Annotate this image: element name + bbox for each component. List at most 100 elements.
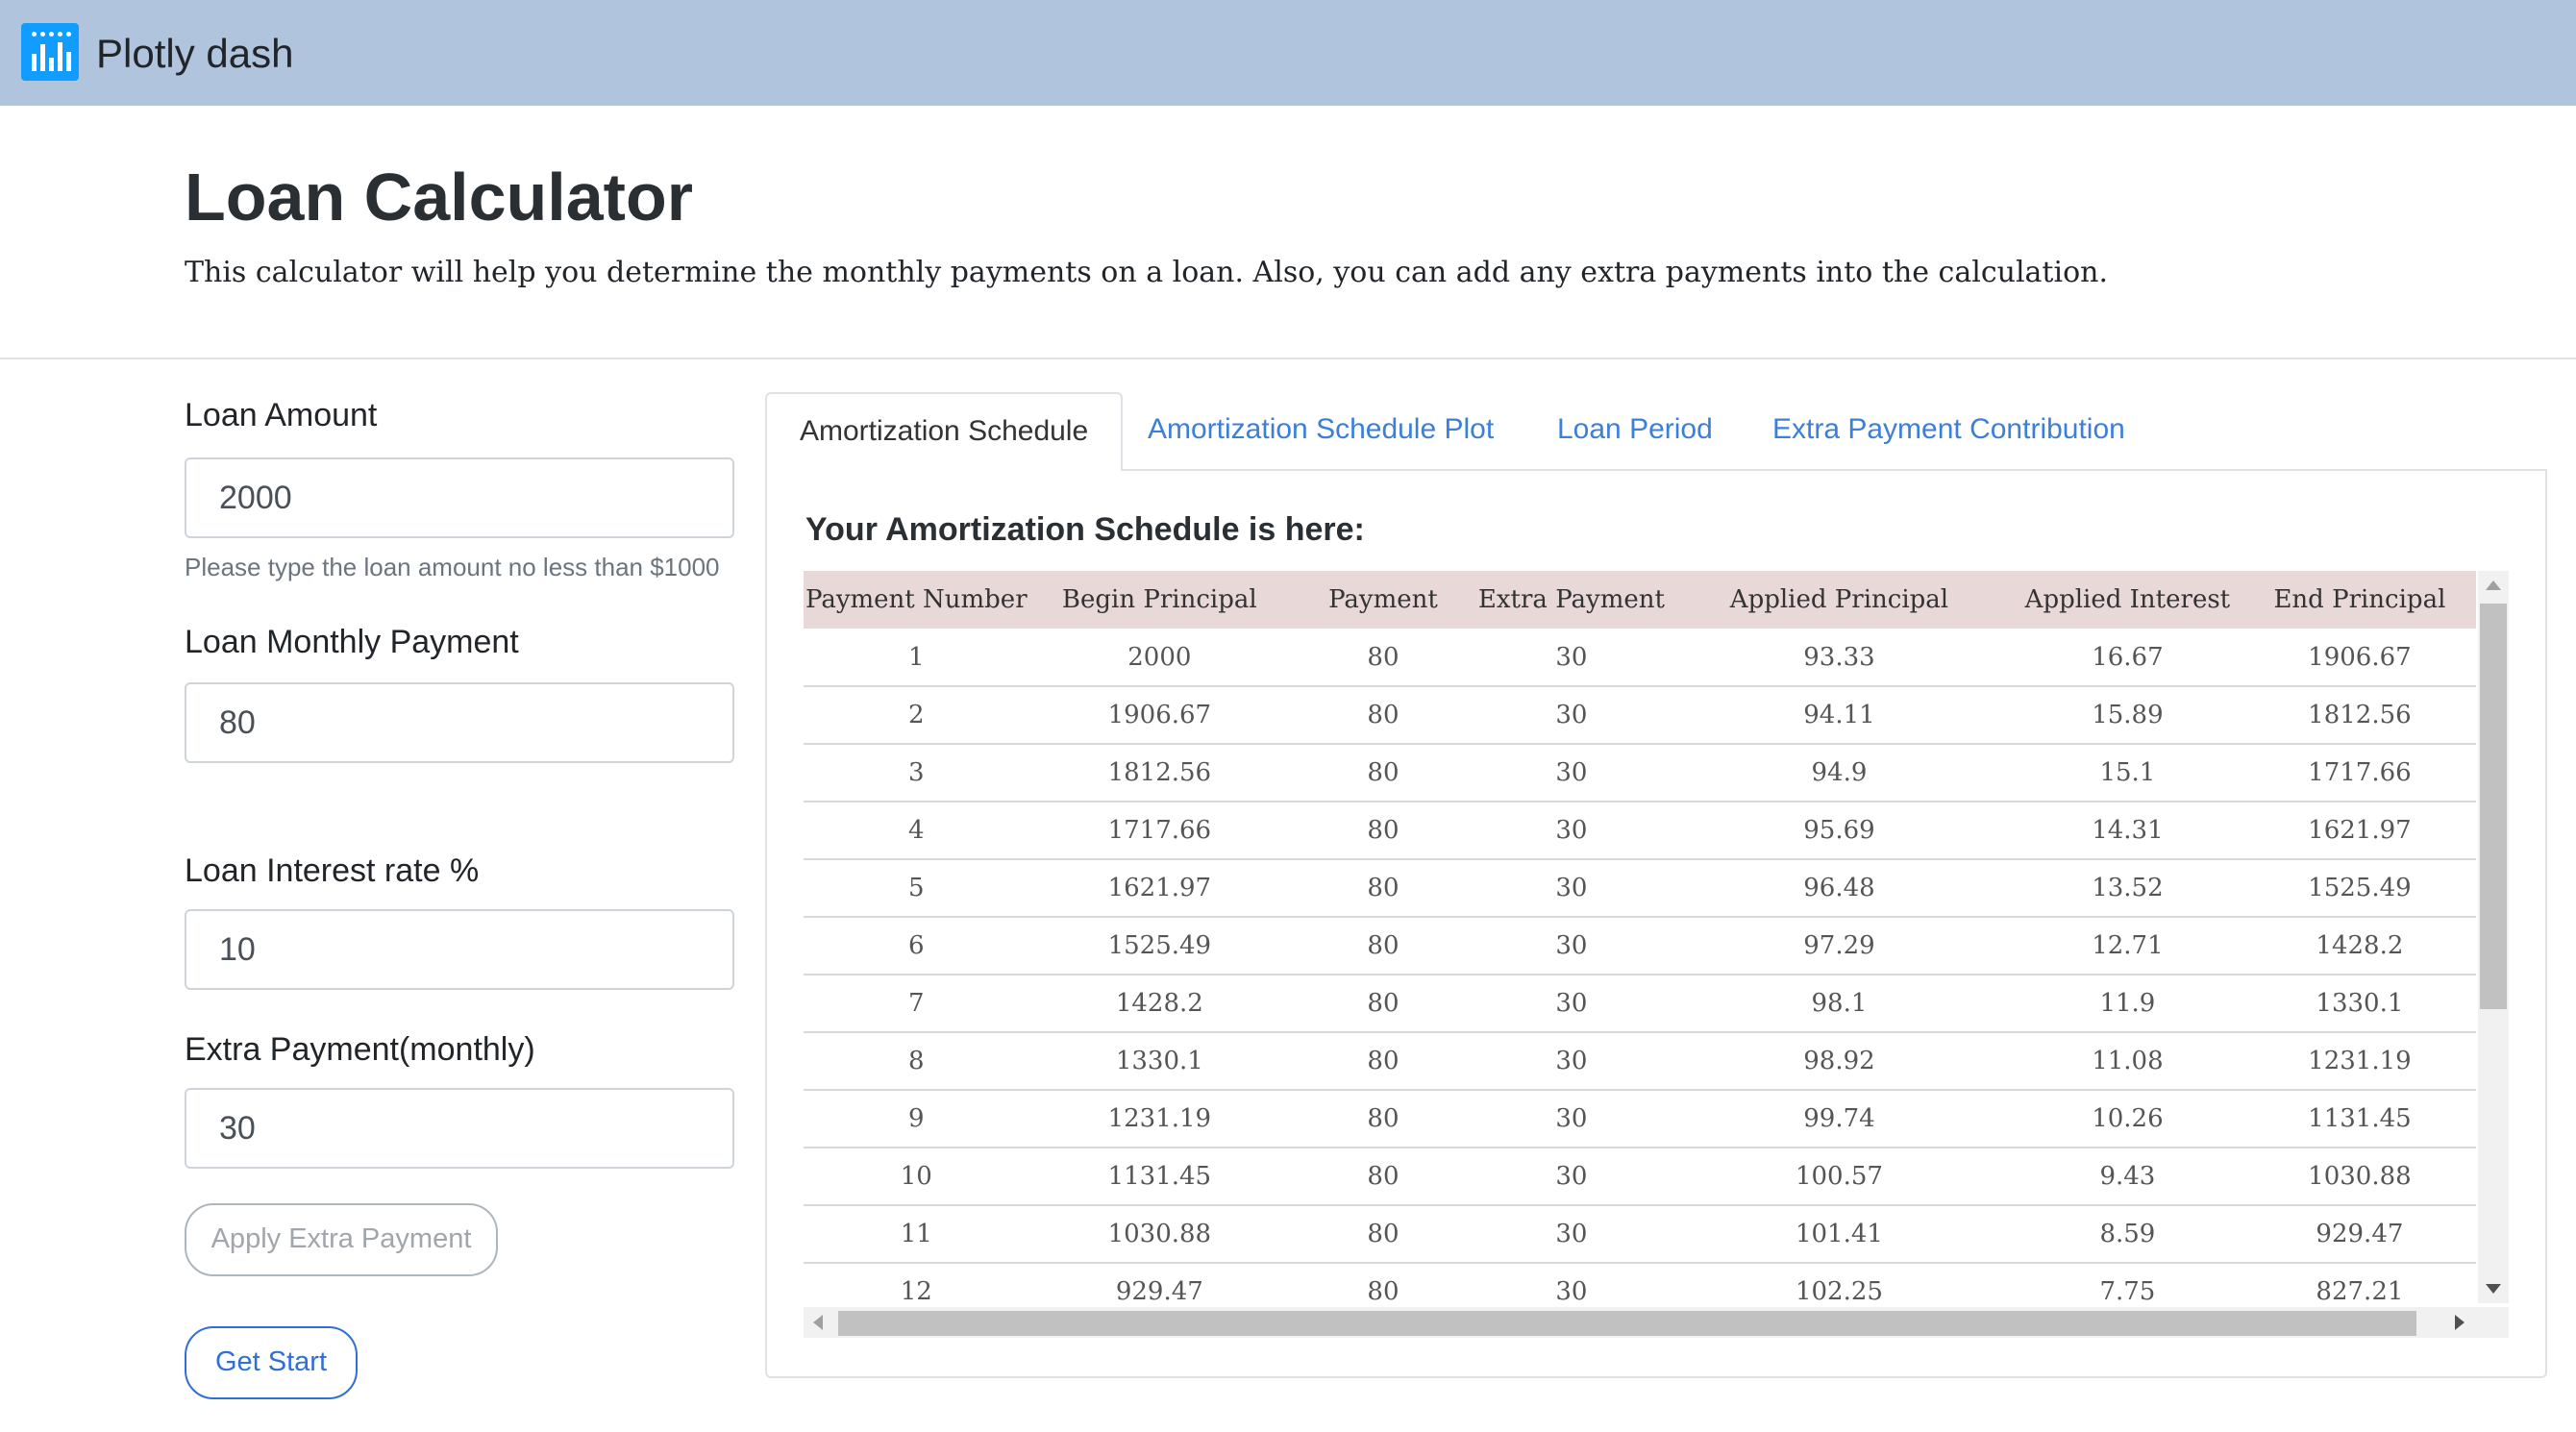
table-cell[interactable]: 30 (1475, 917, 1667, 975)
scroll-up-arrow-icon[interactable] (2486, 580, 2501, 590)
table-cell[interactable]: 10 (804, 1148, 1029, 1206)
extra-payment-input[interactable]: 30 (185, 1088, 734, 1169)
table-cell[interactable]: 11.08 (2011, 1032, 2243, 1091)
table-cell[interactable]: 30 (1475, 629, 1667, 687)
table-cell[interactable]: 9 (804, 1090, 1029, 1148)
table-cell[interactable]: 1906.67 (2242, 629, 2476, 687)
table-cell[interactable]: 80 (1290, 686, 1476, 745)
table-cell[interactable]: 12.71 (2011, 917, 2243, 975)
table-cell[interactable]: 15.89 (2011, 686, 2243, 745)
loan-amount-input[interactable]: 2000 (185, 457, 734, 538)
table-cell[interactable]: 1030.88 (1028, 1205, 1291, 1264)
table-cell[interactable]: 827.21 (2242, 1263, 2476, 1307)
column-header[interactable]: Begin Principal (1028, 571, 1291, 629)
table-cell[interactable]: 80 (1290, 1032, 1476, 1091)
table-cell[interactable]: 1131.45 (1028, 1148, 1291, 1206)
table-cell[interactable]: 94.11 (1666, 686, 2012, 745)
column-header[interactable]: Applied Principal (1666, 571, 2012, 629)
table-cell[interactable]: 100.57 (1666, 1148, 2012, 1206)
table-cell[interactable]: 1621.97 (1028, 859, 1291, 918)
schedule-table-container[interactable]: Payment Number Begin Principal Payment E… (804, 571, 2476, 1307)
table-cell[interactable]: 7 (804, 975, 1029, 1033)
table-cell[interactable]: 80 (1290, 859, 1476, 918)
table-cell[interactable]: 1717.66 (1028, 802, 1291, 860)
table-cell[interactable]: 8.59 (2011, 1205, 2243, 1264)
table-cell[interactable]: 95.69 (1666, 802, 2012, 860)
column-header[interactable]: Extra Payment (1475, 571, 1667, 629)
table-cell[interactable]: 30 (1475, 686, 1667, 745)
monthly-payment-input[interactable]: 80 (185, 682, 734, 763)
table-cell[interactable]: 2000 (1028, 629, 1291, 687)
table-cell[interactable]: 80 (1290, 1263, 1476, 1307)
table-cell[interactable]: 1428.2 (1028, 975, 1291, 1033)
table-cell[interactable]: 80 (1290, 1090, 1476, 1148)
apply-extra-payment-button[interactable]: Apply Extra Payment (185, 1203, 498, 1276)
table-cell[interactable]: 98.1 (1666, 975, 2012, 1033)
table-cell[interactable]: 97.29 (1666, 917, 2012, 975)
tab-loan-period[interactable]: Loan Period (1524, 392, 1746, 469)
column-header[interactable]: Payment Number (804, 571, 1029, 629)
scroll-right-arrow-icon[interactable] (2455, 1315, 2465, 1330)
table-cell[interactable]: 11 (804, 1205, 1029, 1264)
navbar-brand[interactable]: Plotly dash (96, 27, 293, 81)
table-cell[interactable]: 12 (804, 1263, 1029, 1307)
column-header[interactable]: Payment (1290, 571, 1476, 629)
table-cell[interactable]: 30 (1475, 859, 1667, 918)
table-cell[interactable]: 4 (804, 802, 1029, 860)
table-cell[interactable]: 1 (804, 629, 1029, 687)
table-cell[interactable]: 80 (1290, 975, 1476, 1033)
table-cell[interactable]: 3 (804, 744, 1029, 802)
table-cell[interactable]: 30 (1475, 1205, 1667, 1264)
table-cell[interactable]: 1906.67 (1028, 686, 1291, 745)
vertical-scrollbar-thumb[interactable] (2480, 604, 2507, 1009)
table-cell[interactable]: 2 (804, 686, 1029, 745)
table-cell[interactable]: 1030.88 (2242, 1148, 2476, 1206)
table-cell[interactable]: 1131.45 (2242, 1090, 2476, 1148)
table-cell[interactable]: 11.9 (2011, 975, 2243, 1033)
scroll-down-arrow-icon[interactable] (2486, 1284, 2501, 1294)
table-cell[interactable]: 30 (1475, 975, 1667, 1033)
table-cell[interactable]: 7.75 (2011, 1263, 2243, 1307)
interest-rate-input[interactable]: 10 (185, 909, 734, 990)
table-cell[interactable]: 1330.1 (2242, 975, 2476, 1033)
table-cell[interactable]: 94.9 (1666, 744, 2012, 802)
table-cell[interactable]: 99.74 (1666, 1090, 2012, 1148)
table-cell[interactable]: 80 (1290, 1205, 1476, 1264)
tab-amortization-schedule-plot[interactable]: Amortization Schedule Plot (1115, 392, 1526, 469)
table-cell[interactable]: 30 (1475, 1090, 1667, 1148)
table-cell[interactable]: 6 (804, 917, 1029, 975)
table-cell[interactable]: 1525.49 (2242, 859, 2476, 918)
table-cell[interactable]: 929.47 (2242, 1205, 2476, 1264)
table-cell[interactable]: 1525.49 (1028, 917, 1291, 975)
table-cell[interactable]: 1330.1 (1028, 1032, 1291, 1091)
table-cell[interactable]: 15.1 (2011, 744, 2243, 802)
horizontal-scrollbar-thumb[interactable] (838, 1311, 2416, 1336)
table-cell[interactable]: 16.67 (2011, 629, 2243, 687)
table-cell[interactable]: 93.33 (1666, 629, 2012, 687)
table-cell[interactable]: 13.52 (2011, 859, 2243, 918)
table-cell[interactable]: 98.92 (1666, 1032, 2012, 1091)
table-cell[interactable]: 30 (1475, 744, 1667, 802)
table-cell[interactable]: 1428.2 (2242, 917, 2476, 975)
get-start-button[interactable]: Get Start (185, 1326, 358, 1399)
table-cell[interactable]: 80 (1290, 629, 1476, 687)
table-cell[interactable]: 5 (804, 859, 1029, 918)
table-cell[interactable]: 80 (1290, 744, 1476, 802)
table-cell[interactable]: 8 (804, 1032, 1029, 1091)
table-cell[interactable]: 9.43 (2011, 1148, 2243, 1206)
table-cell[interactable]: 10.26 (2011, 1090, 2243, 1148)
table-cell[interactable]: 1812.56 (1028, 744, 1291, 802)
table-cell[interactable]: 101.41 (1666, 1205, 2012, 1264)
column-header[interactable]: End Principal (2242, 571, 2476, 629)
table-cell[interactable]: 80 (1290, 802, 1476, 860)
tab-extra-payment-contribution[interactable]: Extra Payment Contribution (1740, 392, 2158, 469)
table-cell[interactable]: 96.48 (1666, 859, 2012, 918)
table-cell[interactable]: 1812.56 (2242, 686, 2476, 745)
table-cell[interactable]: 30 (1475, 802, 1667, 860)
table-cell[interactable]: 1231.19 (2242, 1032, 2476, 1091)
table-cell[interactable]: 14.31 (2011, 802, 2243, 860)
table-cell[interactable]: 30 (1475, 1148, 1667, 1206)
table-cell[interactable]: 1231.19 (1028, 1090, 1291, 1148)
table-cell[interactable]: 929.47 (1028, 1263, 1291, 1307)
table-cell[interactable]: 102.25 (1666, 1263, 2012, 1307)
